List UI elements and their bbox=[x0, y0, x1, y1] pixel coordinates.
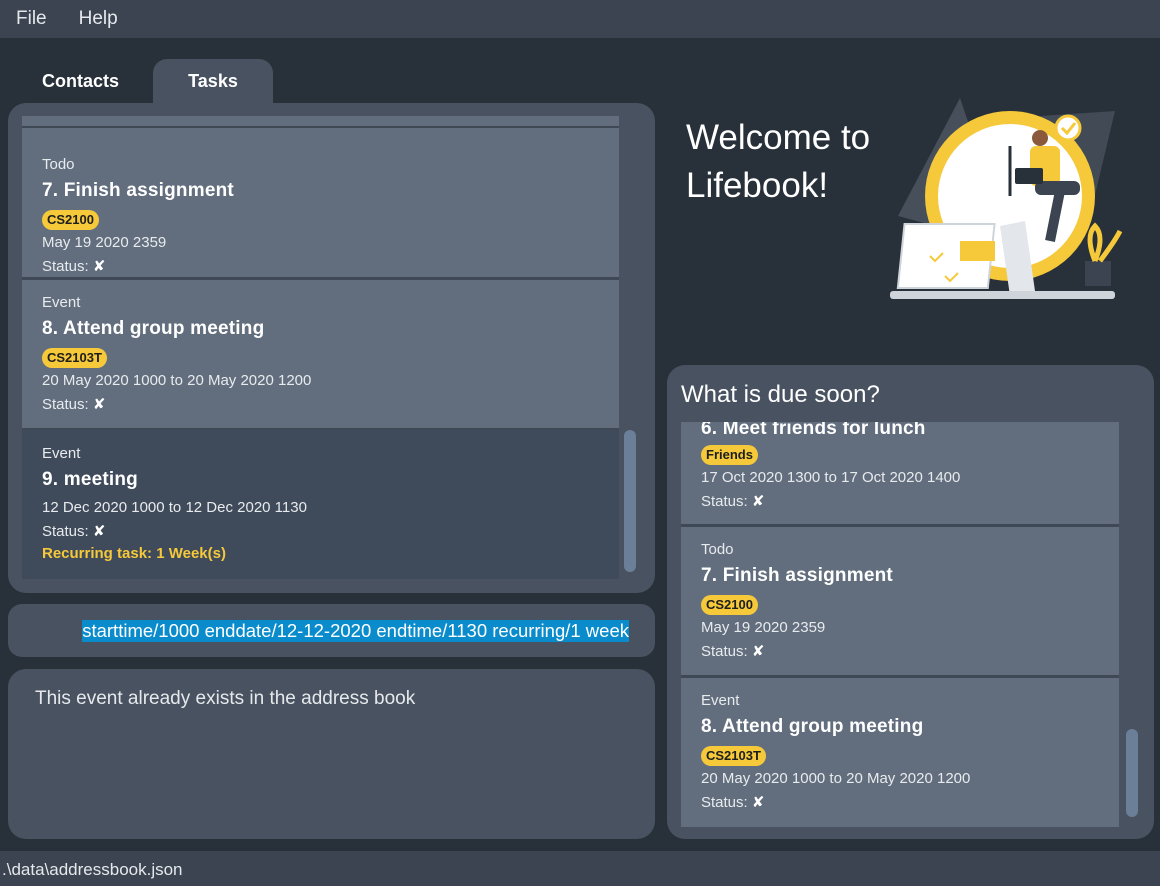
task-title: 8. Attend group meeting bbox=[42, 318, 265, 339]
welcome-heading: Welcome to Lifebook! bbox=[686, 114, 916, 210]
due-card[interactable]: Todo 7. Finish assignment CS2100 May 19 … bbox=[681, 527, 1119, 675]
due-soon-heading: What is due soon? bbox=[681, 381, 880, 408]
status-cross-icon: ✘ bbox=[92, 396, 106, 413]
status-cross-icon: ✘ bbox=[92, 523, 106, 540]
task-date: 12 Dec 2020 1000 to 12 Dec 2020 1130 bbox=[42, 499, 307, 516]
clock-illustration bbox=[890, 98, 1123, 299]
task-date: 20 May 2020 1000 to 20 May 2020 1200 bbox=[42, 372, 312, 389]
due-tag: CS2100 bbox=[701, 595, 758, 615]
task-title: 7. Finish assignment bbox=[42, 180, 234, 201]
task-card[interactable]: Todo 7. Finish assignment CS2100 May 19 … bbox=[22, 128, 619, 277]
due-date: 17 Oct 2020 1300 to 17 Oct 2020 1400 bbox=[701, 469, 961, 486]
status-label: Status: bbox=[701, 493, 752, 510]
task-title: 9. meeting bbox=[42, 469, 138, 490]
status-cross-icon: ✘ bbox=[751, 643, 765, 660]
menu-bar: File Help bbox=[0, 0, 1160, 38]
due-title: 6. Meet friends for lunch bbox=[701, 422, 926, 439]
task-type: Event bbox=[42, 294, 81, 311]
due-date: 20 May 2020 1000 to 20 May 2020 1200 bbox=[701, 770, 971, 787]
due-tag: CS2103T bbox=[701, 746, 766, 766]
menu-file[interactable]: File bbox=[0, 8, 63, 30]
menu-help[interactable]: Help bbox=[63, 8, 134, 30]
status-label: Status: bbox=[701, 643, 752, 660]
status-label: Status: bbox=[42, 396, 93, 413]
task-list-scrollbar[interactable] bbox=[624, 430, 636, 572]
due-title: 7. Finish assignment bbox=[701, 565, 893, 586]
result-text: This event already exists in the address… bbox=[35, 688, 416, 709]
status-cross-icon: ✘ bbox=[751, 493, 765, 510]
task-list[interactable]: Todo 7. Finish assignment CS2100 May 19 … bbox=[22, 116, 619, 579]
list-item-partial[interactable] bbox=[22, 116, 619, 126]
due-status: Status: ✘ bbox=[701, 642, 764, 660]
due-tag: Friends bbox=[701, 445, 758, 465]
status-label: Status: bbox=[701, 794, 752, 811]
task-tag: CS2103T bbox=[42, 348, 107, 368]
due-status: Status: ✘ bbox=[701, 793, 764, 811]
task-type: Todo bbox=[42, 156, 75, 173]
welcome-line-2: Lifebook! bbox=[686, 166, 829, 205]
due-date: May 19 2020 2359 bbox=[701, 619, 826, 636]
due-type: Event bbox=[701, 692, 740, 709]
status-label: Status: bbox=[42, 258, 93, 275]
recurring-label: Recurring task: 1 Week(s) bbox=[42, 545, 226, 562]
due-type: Todo bbox=[701, 541, 734, 558]
due-soon-list[interactable]: 6. Meet friends for lunch Friends 17 Oct… bbox=[681, 422, 1119, 827]
task-status: Status: ✘ bbox=[42, 257, 105, 275]
task-type: Event bbox=[42, 445, 81, 462]
due-title: 8. Attend group meeting bbox=[701, 716, 924, 737]
task-card-selected[interactable]: Event 9. meeting 12 Dec 2020 1000 to 12 … bbox=[22, 430, 619, 579]
command-input[interactable]: starttime/1000 enddate/12-12-2020 endtim… bbox=[33, 620, 629, 642]
command-text: starttime/1000 enddate/12-12-2020 endtim… bbox=[82, 620, 629, 642]
task-card[interactable]: Event 8. Attend group meeting CS2103T 20… bbox=[22, 280, 619, 428]
due-card[interactable]: Event 8. Attend group meeting CS2103T 20… bbox=[681, 678, 1119, 827]
task-status: Status: ✘ bbox=[42, 395, 105, 413]
save-location: .\data\addressbook.json bbox=[2, 860, 183, 879]
status-cross-icon: ✘ bbox=[751, 794, 765, 811]
tab-tasks[interactable]: Tasks bbox=[153, 59, 273, 103]
due-list-scrollbar[interactable] bbox=[1126, 729, 1138, 817]
status-cross-icon: ✘ bbox=[92, 258, 106, 275]
task-tag: CS2100 bbox=[42, 210, 99, 230]
task-status: Status: ✘ bbox=[42, 522, 105, 540]
task-date: May 19 2020 2359 bbox=[42, 234, 167, 251]
due-status: Status: ✘ bbox=[701, 492, 764, 510]
tab-contacts[interactable]: Contacts bbox=[10, 60, 151, 103]
status-label: Status: bbox=[42, 523, 93, 540]
due-card[interactable]: 6. Meet friends for lunch Friends 17 Oct… bbox=[681, 422, 1119, 524]
welcome-line-1: Welcome to bbox=[686, 118, 871, 157]
